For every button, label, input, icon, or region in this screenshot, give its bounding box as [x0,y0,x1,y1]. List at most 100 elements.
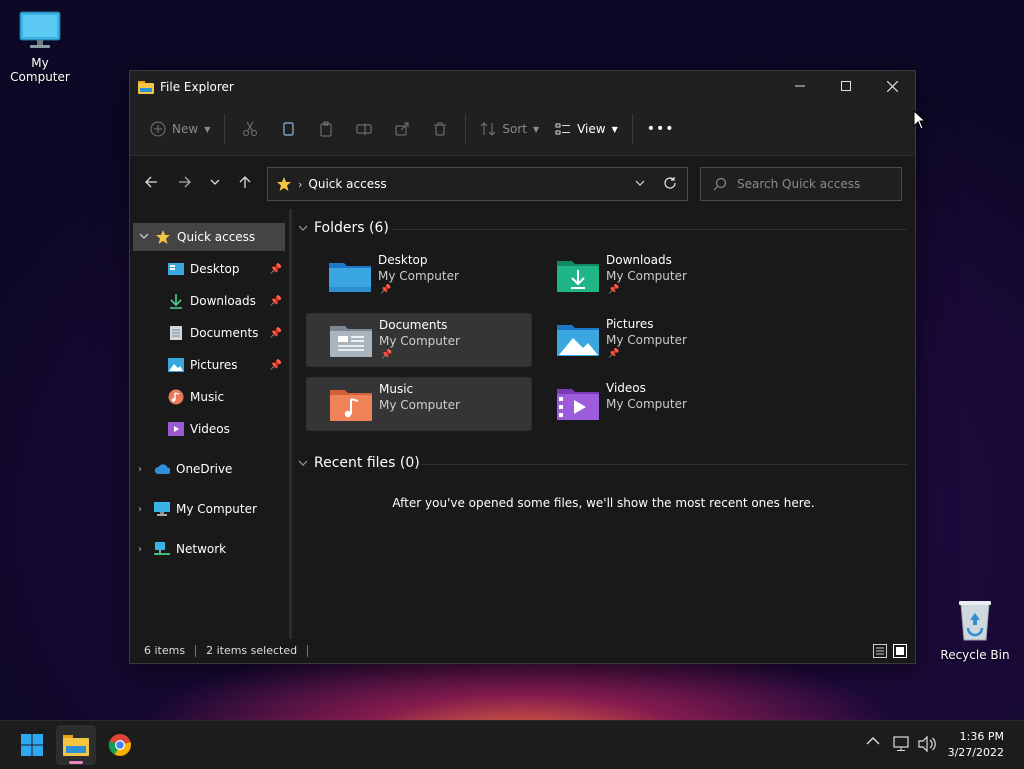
window-title: File Explorer [160,80,234,94]
arrow-right-icon [179,176,191,188]
folder-location: My Computer [606,333,687,347]
cloud-icon [154,461,170,477]
sidebar-item-onedrive[interactable]: › OneDrive [138,455,286,483]
sidebar-item-documents[interactable]: Documents 📌 [168,319,286,347]
sidebar-item-label: Network [176,542,227,556]
sidebar-item-videos[interactable]: Videos [168,415,286,443]
folder-name: Desktop [378,253,428,267]
rename-icon [356,123,372,135]
arrow-up-icon [239,176,251,188]
file-view: Folders (6) Desktop My Computer 📌 Downlo… [292,209,915,639]
rename-button[interactable] [345,113,383,145]
group-divider [422,464,907,465]
share-button[interactable] [383,113,421,145]
sort-icon [480,122,496,136]
back-button[interactable] [134,168,168,196]
search-icon [713,177,727,191]
chevron-right-icon[interactable]: › [138,504,154,515]
sidebar-item-label: Quick access [177,230,256,244]
paste-button[interactable] [307,113,345,145]
navigation-pane: Quick access Desktop 📌 Downloads 📌 Docum… [130,209,292,639]
sidebar-item-label: Desktop [190,262,240,276]
desktop-icon-recycle-bin[interactable]: Recycle Bin [935,598,1015,662]
sidebar-item-label: Music [190,390,225,404]
folder-tile-pictures[interactable]: Pictures My Computer 📌 [534,313,758,365]
breadcrumb-quick-access[interactable]: Quick access [308,177,386,191]
view-button[interactable]: View ▼ [547,113,626,145]
close-button[interactable] [869,71,915,101]
minimize-icon [795,85,805,87]
sidebar-item-my-computer[interactable]: › My Computer [138,495,286,523]
search-box[interactable] [700,167,902,201]
chrome-icon [108,734,131,756]
sidebar-item-music[interactable]: Music [168,383,286,411]
forward-button[interactable] [168,168,202,196]
system-clock[interactable]: 1:36 PM 3/27/2022 [948,729,1004,761]
folder-name: Pictures [606,317,654,331]
sidebar-item-network[interactable]: › Network [138,535,286,563]
star-icon [155,229,171,245]
desktop-icon-my-computer[interactable]: My Computer [0,10,80,84]
minimize-button[interactable] [777,71,823,101]
search-input[interactable] [735,176,899,192]
sidebar-item-pictures[interactable]: Pictures 📌 [168,351,286,379]
taskbar-chrome[interactable] [100,725,140,765]
folder-tile-videos[interactable]: Videos My Computer [534,377,758,429]
folder-tile-documents[interactable]: Documents My Computer 📌 [306,313,532,367]
maximize-button[interactable] [823,71,869,101]
navigation-bar: › Quick access [130,156,915,208]
recent-locations-button[interactable] [202,168,228,196]
title-bar[interactable]: File Explorer [130,71,915,103]
chevron-right-icon[interactable]: › [138,464,154,475]
sidebar-item-quick-access[interactable]: Quick access [133,223,285,251]
plus-circle-icon [150,121,166,137]
arrow-left-icon [145,176,157,188]
chevron-down-icon: ▼ [204,124,211,134]
monitor-icon [154,501,170,517]
command-bar: New ▼ Sort ▼ View ▼ ••• [130,103,915,156]
network-status-icon[interactable] [893,736,911,755]
up-button[interactable] [228,168,262,196]
download-arrow-icon [168,293,184,309]
chevron-right-icon[interactable]: › [138,544,154,555]
chevron-down-icon: ▼ [611,124,618,134]
folder-tile-desktop[interactable]: Desktop My Computer 📌 [306,249,530,301]
music-note-icon [168,389,184,405]
sort-button[interactable]: Sort ▼ [472,113,547,145]
folder-name: Videos [606,381,646,395]
sidebar-item-desktop[interactable]: Desktop 📌 [168,255,286,283]
chevron-down-icon: ▼ [532,124,540,134]
recent-files-group-header[interactable]: Recent files (0) [298,455,420,471]
cut-button[interactable] [231,113,269,145]
selection-count: 2 items selected [196,645,309,657]
sidebar-item-label: My Computer [176,502,257,516]
copy-button[interactable] [269,113,307,145]
new-button-label: New [172,122,199,136]
folder-tile-music[interactable]: Music My Computer [306,377,532,431]
chevron-down-icon [298,225,308,231]
chevron-down-icon [298,460,308,466]
show-hidden-icons-chevron-icon[interactable] [866,735,880,749]
taskbar: 1:36 PM 3/27/2022 [0,720,1024,769]
monitor-icon [19,11,61,48]
tiles-view-icon[interactable] [893,644,907,661]
toolbar-divider [224,114,226,144]
folders-group-header[interactable]: Folders (6) [298,220,389,236]
address-history-chevron-icon[interactable] [635,177,645,191]
volume-icon[interactable] [918,735,936,755]
folder-location: My Computer [379,334,460,348]
folder-tile-downloads[interactable]: Downloads My Computer 📌 [534,249,758,301]
see-more-button[interactable]: ••• [639,113,683,145]
details-view-icon[interactable] [873,644,887,661]
refresh-icon[interactable] [663,176,677,193]
network-icon [154,541,170,557]
pin-icon: 📌 [608,349,620,359]
taskbar-file-explorer[interactable] [56,725,96,765]
mouse-cursor-icon [913,110,927,130]
address-bar[interactable]: › Quick access [267,167,688,201]
new-button[interactable]: New ▼ [142,113,218,145]
delete-button[interactable] [421,113,459,145]
sidebar-item-downloads[interactable]: Downloads 📌 [168,287,286,315]
chevron-down-icon[interactable] [133,231,155,244]
start-button[interactable] [12,725,52,765]
